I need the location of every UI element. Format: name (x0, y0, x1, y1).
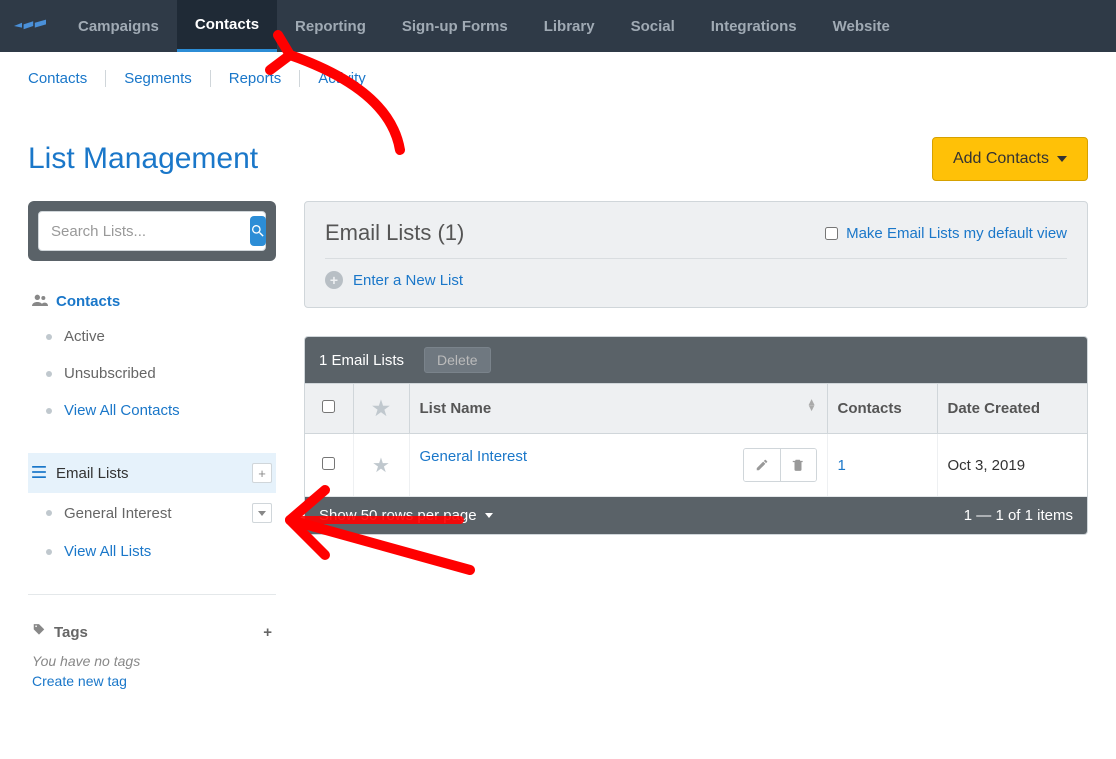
default-view-toggle[interactable]: Make Email Lists my default view (825, 225, 1067, 242)
row-checkbox[interactable] (322, 457, 335, 470)
edit-button[interactable] (744, 449, 780, 481)
enter-new-list-link[interactable]: + Enter a New List (325, 271, 1067, 289)
sub-navigation: Contacts Segments Reports Activity (0, 52, 1116, 97)
add-contacts-button[interactable]: Add Contacts (932, 137, 1088, 181)
nav-signup-forms[interactable]: Sign-up Forms (384, 0, 526, 52)
list-name-link[interactable]: General Interest (420, 448, 528, 465)
table-count-label: 1 Email Lists (319, 352, 404, 369)
pencil-icon (755, 458, 769, 472)
sidebar-item-view-all-contacts[interactable]: View All Contacts (28, 392, 276, 429)
list-icon (32, 465, 46, 482)
col-select-all[interactable] (305, 384, 353, 434)
add-tag-button[interactable]: + (263, 624, 272, 641)
search-input[interactable] (51, 223, 250, 240)
sidebar-item-general-interest[interactable]: General Interest (28, 493, 276, 533)
sidebar-contacts-heading[interactable]: Contacts (28, 285, 276, 318)
sidebar-tags-section: Tags + You have no tags Create new tag (28, 594, 276, 691)
search-container (28, 201, 276, 261)
sidebar-contacts-section: Contacts Active Unsubscribed View All Co… (28, 285, 276, 429)
list-item-dropdown[interactable] (252, 503, 272, 523)
sidebar: Contacts Active Unsubscribed View All Co… (28, 201, 276, 715)
col-contacts[interactable]: Contacts (827, 384, 937, 434)
tags-empty-note: You have no tags (28, 649, 276, 671)
contacts-count-link[interactable]: 1 (838, 457, 846, 474)
top-navigation: Campaigns Contacts Reporting Sign-up For… (0, 0, 1116, 52)
sort-icon: ▲▼ (807, 400, 817, 412)
page-title: List Management (28, 142, 258, 176)
sidebar-tags-heading[interactable]: Tags + (28, 615, 276, 649)
logo-icon[interactable] (0, 16, 60, 36)
lists-table: 1 Email Lists Delete ★ List Name ▲▼ Cont… (304, 336, 1088, 535)
rows-per-page-selector[interactable]: Show 50 rows per page (319, 507, 493, 524)
nav-campaigns[interactable]: Campaigns (60, 0, 177, 52)
add-list-button[interactable]: + (252, 463, 272, 483)
col-date-created[interactable]: Date Created (937, 384, 1087, 434)
email-lists-panel: Email Lists (1) Make Email Lists my defa… (304, 201, 1088, 308)
nav-integrations[interactable]: Integrations (693, 0, 815, 52)
page-header: List Management Add Contacts (0, 97, 1116, 201)
sidebar-item-view-all-lists[interactable]: View All Lists (28, 533, 276, 570)
table-row: ★ General Interest (305, 434, 1087, 497)
table-header-row: ★ List Name ▲▼ Contacts Date Created (305, 384, 1087, 434)
caret-down-icon (1057, 156, 1067, 162)
delete-row-button[interactable] (780, 449, 816, 481)
date-created-cell: Oct 3, 2019 (937, 434, 1087, 497)
search-icon (250, 223, 266, 239)
col-list-name[interactable]: List Name ▲▼ (409, 384, 827, 434)
add-contacts-label: Add Contacts (953, 150, 1049, 168)
star-icon[interactable]: ★ (372, 455, 390, 477)
nav-library[interactable]: Library (526, 0, 613, 52)
panel-title: Email Lists (1) (325, 220, 464, 246)
search-button[interactable] (250, 216, 266, 246)
plus-circle-icon: + (325, 271, 343, 289)
subnav-segments[interactable]: Segments (106, 70, 211, 87)
pagination-label: 1 — 1 of 1 items (964, 507, 1073, 524)
delete-button[interactable]: Delete (424, 347, 490, 373)
nav-social[interactable]: Social (613, 0, 693, 52)
subnav-reports[interactable]: Reports (211, 70, 301, 87)
caret-down-icon (485, 513, 493, 518)
sidebar-email-lists-section: Email Lists + General Interest View All … (28, 453, 276, 570)
col-favorite[interactable]: ★ (353, 384, 409, 434)
tag-icon (32, 623, 46, 641)
sidebar-item-active[interactable]: Active (28, 318, 276, 355)
trash-icon (791, 458, 805, 472)
default-view-checkbox[interactable] (825, 227, 838, 240)
subnav-contacts[interactable]: Contacts (28, 70, 106, 87)
caret-down-icon (258, 511, 266, 516)
star-icon: ★ (372, 398, 390, 420)
nav-website[interactable]: Website (815, 0, 908, 52)
create-tag-link[interactable]: Create new tag (28, 671, 276, 691)
nav-contacts[interactable]: Contacts (177, 0, 277, 52)
nav-reporting[interactable]: Reporting (277, 0, 384, 52)
select-all-checkbox[interactable] (322, 400, 335, 413)
sidebar-item-unsubscribed[interactable]: Unsubscribed (28, 355, 276, 392)
subnav-activity[interactable]: Activity (300, 70, 384, 87)
users-icon (32, 293, 48, 310)
sidebar-email-lists-heading[interactable]: Email Lists + (28, 453, 276, 493)
main-area: Email Lists (1) Make Email Lists my defa… (304, 201, 1088, 535)
